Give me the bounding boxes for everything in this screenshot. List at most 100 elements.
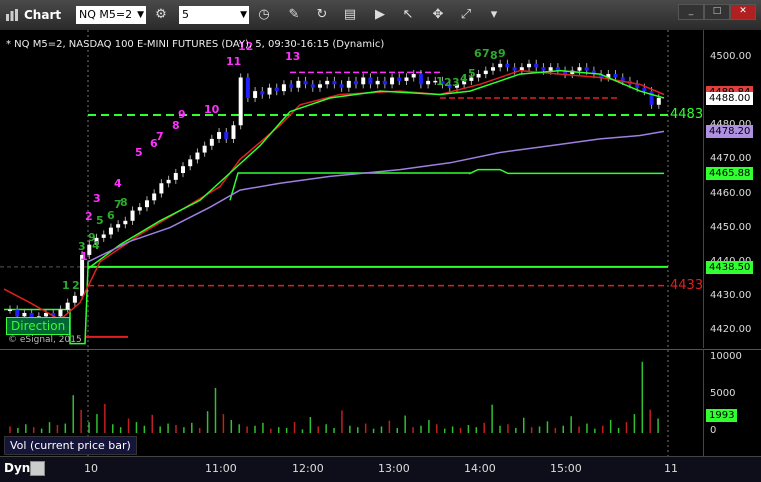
candle-body bbox=[108, 227, 113, 235]
candle-body bbox=[534, 63, 539, 68]
level-label: 4433 bbox=[670, 277, 704, 293]
dropdown-icon[interactable]: ▾ bbox=[484, 6, 504, 24]
candle-body bbox=[303, 80, 308, 85]
chevron-down-icon[interactable]: ▼ bbox=[137, 6, 144, 24]
setup-count-label: 6 bbox=[474, 47, 482, 60]
time-label: 11:00 bbox=[205, 462, 237, 475]
expand-icon[interactable]: ⤢ bbox=[456, 6, 476, 24]
candle-body bbox=[368, 77, 373, 85]
volume-label: Vol (current price bar) bbox=[4, 436, 137, 455]
candle-body bbox=[58, 309, 63, 317]
candle-body bbox=[231, 125, 236, 139]
candle-body bbox=[382, 80, 387, 85]
maximize-button[interactable]: □ bbox=[704, 4, 730, 20]
candle-body bbox=[361, 77, 366, 85]
setup-count-label: 9 bbox=[88, 231, 96, 244]
setup-count-label: 8 bbox=[490, 49, 498, 62]
refresh-icon[interactable]: ↻ bbox=[312, 6, 332, 24]
window-title: Chart bbox=[24, 8, 62, 22]
red-average-line bbox=[3, 69, 665, 321]
window-titlebar: Chart NQ M5=2 ▼ ⚙ 5 ▼ ◷ ✎ ↻ ▤ ▶ ↖ ✥ ⤢ ▾ … bbox=[0, 0, 761, 31]
play-icon[interactable]: ▶ bbox=[370, 6, 390, 24]
candle-body bbox=[541, 67, 546, 71]
setup-count-label: 2 bbox=[72, 279, 80, 292]
setup-count-label: 7 bbox=[482, 47, 490, 60]
td-count-label: 9 bbox=[178, 108, 186, 121]
link-icon[interactable]: ⚙ bbox=[151, 6, 171, 24]
dynamic-label: Dyn bbox=[4, 461, 31, 475]
candle-body bbox=[375, 80, 380, 85]
candle-body bbox=[224, 132, 229, 139]
candle-body bbox=[15, 309, 20, 317]
volume-tick: 5000 bbox=[710, 388, 736, 399]
stepped-level-line bbox=[229, 168, 664, 201]
volume-pane[interactable]: Vol (current price bar) bbox=[0, 349, 703, 457]
candle-body bbox=[317, 84, 322, 88]
candle-body bbox=[397, 77, 402, 81]
candle-body bbox=[209, 138, 214, 146]
candle-body bbox=[253, 91, 258, 98]
candle-body bbox=[159, 183, 164, 194]
link-icon[interactable] bbox=[30, 461, 45, 476]
candle-body bbox=[656, 97, 661, 105]
candle-body bbox=[289, 84, 294, 88]
clock-icon[interactable]: ◷ bbox=[254, 6, 274, 24]
candle-body bbox=[181, 166, 186, 174]
candle-body bbox=[87, 244, 92, 255]
candle-body bbox=[498, 63, 503, 68]
td-count-label: 5 bbox=[135, 146, 143, 159]
close-button[interactable]: ✕ bbox=[730, 4, 756, 20]
time-axis[interactable]: Dyn 10 11:00 12:00 13:00 14:00 15:00 11 bbox=[0, 456, 761, 482]
volume-current-badge: 1993 bbox=[706, 409, 738, 422]
candle-body bbox=[281, 84, 286, 92]
candle-body bbox=[584, 67, 589, 71]
setup-count-label: 3 bbox=[452, 76, 460, 89]
pencil-icon[interactable]: ✎ bbox=[284, 6, 304, 24]
candle-body bbox=[238, 77, 243, 126]
green-average-line bbox=[87, 69, 665, 270]
candle-body bbox=[548, 67, 553, 71]
cursor-icon[interactable]: ↖ bbox=[398, 6, 418, 24]
setup-count-label: 9 bbox=[498, 47, 506, 60]
candle-body bbox=[144, 200, 149, 208]
candle-body bbox=[72, 295, 77, 303]
candle-body bbox=[166, 179, 171, 184]
setup-count-label: 5 bbox=[468, 67, 476, 80]
symbol-input[interactable]: NQ M5=2 ▼ bbox=[76, 6, 146, 24]
interval-input[interactable]: 5 ▼ bbox=[179, 6, 249, 24]
setup-count-label: 1 bbox=[436, 75, 444, 88]
price-tick: 4460.00 bbox=[710, 187, 752, 199]
candle-body bbox=[152, 193, 157, 201]
candle-body bbox=[22, 312, 27, 317]
chart-app-icon bbox=[6, 9, 18, 21]
candle-body bbox=[512, 67, 517, 71]
candle-body bbox=[390, 77, 395, 85]
interval-value: 5 bbox=[182, 8, 189, 21]
crosshair-icon[interactable]: ✥ bbox=[428, 6, 448, 24]
volume-axis: 10000 5000 1993 0 bbox=[703, 349, 761, 457]
chevron-down-icon[interactable]: ▼ bbox=[240, 6, 247, 24]
candle-body bbox=[325, 80, 330, 85]
direction-button[interactable]: Direction bbox=[6, 317, 71, 335]
time-label: 11 bbox=[664, 462, 678, 475]
price-badge: 4488.00 bbox=[706, 91, 754, 105]
candle-body bbox=[116, 224, 121, 228]
price-badge: 4465.88 bbox=[706, 167, 754, 181]
price-tick: 4430.00 bbox=[710, 289, 752, 301]
time-label: 15:00 bbox=[550, 462, 582, 475]
price-axis[interactable]: 4500.004490.004480.004470.004460.004450.… bbox=[703, 30, 761, 348]
candle-body bbox=[101, 234, 106, 238]
price-chart[interactable]: 1 2 3 4 5 6 7 8 9 10 11 12 13 1 2 3 4 5 6 7 8 9 1 2 3 4 5 6 7 8 9 * NQ… bbox=[0, 30, 703, 348]
candle-body bbox=[649, 91, 654, 105]
news-icon[interactable]: ▤ bbox=[340, 6, 360, 24]
td-count-label: 11 bbox=[226, 55, 241, 68]
candle-body bbox=[8, 309, 12, 312]
candle-body bbox=[260, 91, 265, 95]
candle-body bbox=[490, 67, 495, 71]
candle-body bbox=[195, 152, 200, 160]
price-tick: 4450.00 bbox=[710, 221, 752, 233]
candle-body bbox=[332, 80, 337, 85]
level-label: 4483 bbox=[670, 107, 704, 122]
minimize-button[interactable]: _ bbox=[678, 4, 704, 20]
purple-average-line bbox=[87, 130, 665, 263]
